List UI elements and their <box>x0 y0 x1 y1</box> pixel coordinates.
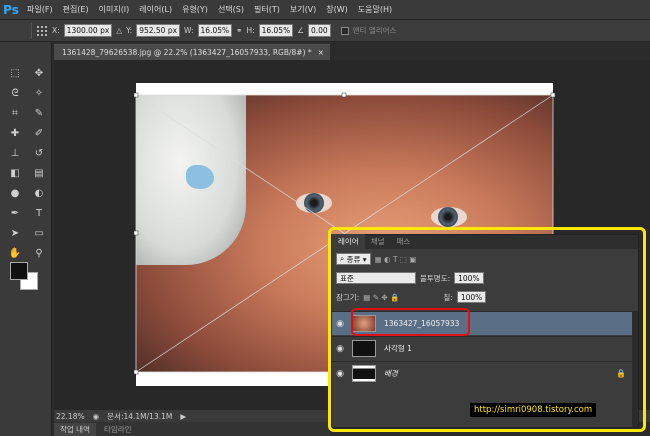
close-icon[interactable]: × <box>318 48 324 57</box>
type-tool-icon[interactable]: T <box>28 204 50 223</box>
x-label: X: <box>52 26 60 35</box>
y-field[interactable]: 952.50 px <box>136 24 181 37</box>
options-bar: X: 1300.00 px △ Y: 952.50 px W: 16.05% ⚭… <box>0 20 650 42</box>
path-select-icon[interactable]: ➤ <box>4 224 26 243</box>
menu-view[interactable]: 보기(V) <box>285 4 321 15</box>
menu-help[interactable]: 도움말(H) <box>353 4 397 15</box>
dodge-tool-icon[interactable]: ◐ <box>28 184 50 203</box>
link-icon[interactable]: ⚭ <box>236 26 242 35</box>
history-brush-icon[interactable]: ↺ <box>28 144 50 163</box>
stamp-tool-icon[interactable]: ⊥ <box>4 144 26 163</box>
annotation-circle <box>351 308 470 336</box>
menu-edit[interactable]: 편집(E) <box>58 4 94 15</box>
blur-tool-icon[interactable]: ● <box>4 184 26 203</box>
menu-file[interactable]: 파일(F) <box>22 4 58 15</box>
angle-icon: ∠ <box>297 26 304 35</box>
document-size: 문서:14.1M/13.1M <box>107 411 173 421</box>
left-iris <box>304 193 324 213</box>
move-tool-icon[interactable]: ✥ <box>28 64 50 83</box>
menu-filter[interactable]: 필터(T) <box>249 4 285 15</box>
angle-field[interactable]: 0.00 <box>307 24 331 37</box>
antialias-label: 앤티 앨리어스 <box>352 26 397 35</box>
h-label: H: <box>246 26 255 35</box>
document-tab-title: 1361428_79626538.jpg @ 22.2% (1363427_16… <box>62 48 312 57</box>
healing-brush-icon[interactable]: ✚ <box>4 124 26 143</box>
shape-tool-icon[interactable]: ▭ <box>28 224 50 243</box>
tab-timeline[interactable]: 타임라인 <box>97 422 138 436</box>
h-field[interactable]: 16.05% <box>258 24 294 37</box>
delta-icon: △ <box>116 26 123 35</box>
tool-preset-icon[interactable] <box>4 22 32 39</box>
tab-history[interactable]: 작업 내역 <box>54 422 96 436</box>
menu-layer[interactable]: 레이어(L) <box>134 4 177 15</box>
menu-window[interactable]: 창(W) <box>321 4 353 15</box>
menu-type[interactable]: 유형(Y) <box>177 4 213 15</box>
w-field[interactable]: 16.05% <box>197 24 233 37</box>
lasso-tool-icon[interactable]: ᘓ <box>4 84 26 103</box>
status-arrow-icon[interactable]: ▶ <box>180 412 186 421</box>
eyedropper-icon[interactable]: ✎ <box>28 104 50 123</box>
document-tab[interactable]: 1361428_79626538.jpg @ 22.2% (1363427_16… <box>54 44 330 60</box>
zoom-tool-icon[interactable]: ⚲ <box>28 244 50 263</box>
antialias-checkbox[interactable] <box>340 26 349 35</box>
hand-tool-icon[interactable]: ✋ <box>4 244 26 263</box>
w-label: W: <box>184 26 194 35</box>
tools-panel: ⬚ ✥ ᘓ ✧ ⌗ ✎ ✚ ✐ ⊥ ↺ ◧ ▤ ● ◐ ✒ T ➤ ▭ ✋ ⚲ <box>0 42 52 436</box>
reference-point-icon[interactable] <box>36 24 48 37</box>
status-icon[interactable]: ◉ <box>93 412 100 421</box>
eraser-tool-icon[interactable]: ◧ <box>4 164 26 183</box>
pen-tool-icon[interactable]: ✒ <box>4 204 26 223</box>
right-iris <box>438 207 458 227</box>
y-label: Y: <box>126 26 133 35</box>
watermark-url: http://simri0908.tistory.com <box>470 403 597 417</box>
plush-blue-spot <box>186 165 214 189</box>
marquee-tool-icon[interactable]: ⬚ <box>4 64 26 83</box>
menu-bar: Ps 파일(F) 편집(E) 이미지(I) 레이어(L) 유형(Y) 선택(S)… <box>0 0 650 20</box>
crop-tool-icon[interactable]: ⌗ <box>4 104 26 123</box>
brush-tool-icon[interactable]: ✐ <box>28 124 50 143</box>
bottom-panel-tabs: 작업 내역 타임라인 <box>54 422 330 436</box>
x-field[interactable]: 1300.00 px <box>63 24 113 37</box>
zoom-level[interactable]: 22.18% <box>56 412 85 421</box>
app-logo[interactable]: Ps <box>0 0 22 20</box>
magic-wand-icon[interactable]: ✧ <box>28 84 50 103</box>
gradient-tool-icon[interactable]: ▤ <box>28 164 50 183</box>
foreground-color-swatch[interactable] <box>10 262 28 280</box>
menu-select[interactable]: 선택(S) <box>213 4 249 15</box>
menu-image[interactable]: 이미지(I) <box>94 4 135 15</box>
